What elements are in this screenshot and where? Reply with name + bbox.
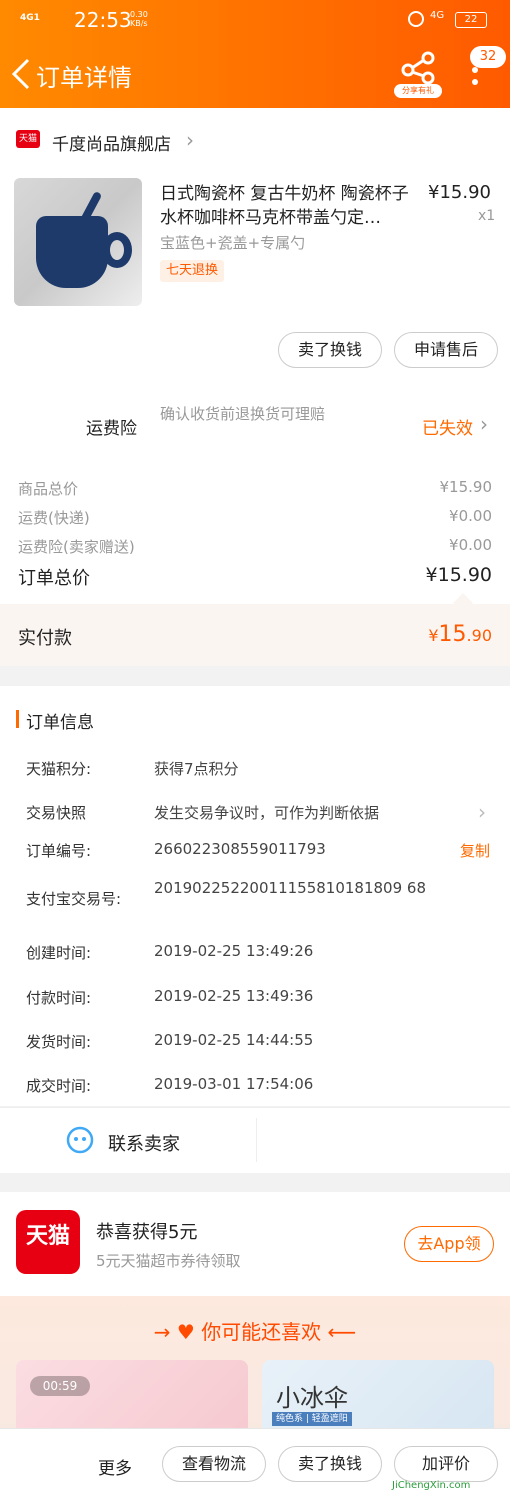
info-label: 付款时间: [26, 989, 92, 1007]
watermark-text: JiChengXin.com [392, 1480, 471, 1491]
info-value: 2019-02-25 13:49:26 [154, 942, 314, 960]
chevron-right-icon[interactable]: › [186, 128, 194, 152]
after-sale-button[interactable]: 申请售后 [394, 332, 498, 368]
sell-button[interactable]: 卖了换钱 [278, 332, 382, 368]
info-label: 创建时间: [26, 944, 92, 962]
recommend-title: → ♥ 你可能还喜欢 ⟵ [0, 1316, 510, 1345]
heart-icon: ♥ [176, 1320, 195, 1344]
info-value: 2019-03-01 17:54:06 [154, 1075, 314, 1093]
status-time: 22:53 [74, 8, 132, 32]
page-title: 订单详情 [36, 64, 132, 92]
video-duration: 00:59 [30, 1376, 90, 1396]
info-value: 2019-02-25 14:44:55 [154, 1031, 314, 1049]
paid-currency: ¥ [428, 626, 439, 645]
status-bar: 4G1 22:53 0.30 KB/s 4G 22 [0, 0, 510, 40]
order-number: 266022308559011793 [154, 840, 326, 858]
header-bar: 4G1 22:53 0.30 KB/s 4G 22 订单详情 分享有礼 32 [0, 0, 510, 108]
insurance-label: 运费险 [86, 419, 137, 439]
section-accent-bar [16, 710, 19, 728]
battery-icon: 22 [455, 12, 487, 28]
order-info-title: 订单信息 [26, 713, 94, 733]
promo-title: 恭喜获得5元 [96, 1222, 198, 1243]
back-icon[interactable] [8, 56, 38, 92]
open-app-button[interactable]: 去App领 [404, 1226, 494, 1262]
product-image[interactable] [14, 178, 142, 306]
info-value: 2019-02-25 13:49:36 [154, 987, 314, 1005]
mug-shape [36, 216, 108, 288]
info-label: 天猫积分: [26, 760, 92, 778]
order-total-value: ¥15.90 [425, 564, 492, 586]
paid-amount: ¥15.90 [428, 622, 492, 647]
chevron-right-icon[interactable]: › [480, 412, 488, 436]
product-title[interactable]: 日式陶瓷杯 复古牛奶杯 陶瓷杯子水杯咖啡杯马克杯带盖勺定… [160, 182, 422, 230]
goods-total-label: 商品总价 [18, 480, 79, 498]
info-value: 获得7点积分 [154, 760, 239, 778]
info-label: 发货时间: [26, 1033, 92, 1051]
contact-seller[interactable]: 联系卖家 [108, 1130, 180, 1156]
tile-title: 小冰伞 [276, 1384, 348, 1412]
message-badge: 32 [470, 46, 506, 68]
promo-subtitle: 5元天猫超市券待领取 [96, 1252, 241, 1270]
divider [256, 1118, 257, 1162]
arrow-right-icon: → [153, 1320, 171, 1344]
insurance-desc: 确认收货前退换货可理赔 [160, 405, 326, 423]
product-quantity: x1 [478, 208, 496, 224]
tmall-logo-text: 天猫 [25, 1224, 70, 1249]
paid-label: 实付款 [18, 628, 72, 649]
alipay-number: 20190225220011155810181809 68 [154, 879, 426, 897]
goods-total-value: ¥15.90 [439, 478, 493, 496]
product-sku: 宝蓝色+瓷盖+专属勺 [160, 234, 306, 252]
chat-icon[interactable] [66, 1126, 94, 1154]
store-name[interactable]: 千度尚品旗舰店 [52, 130, 171, 155]
more-button[interactable]: 更多 [98, 1454, 132, 1479]
shipping-insurance-value: ¥0.00 [449, 536, 492, 554]
order-total-label: 订单总价 [18, 568, 90, 589]
product-price: ¥15.90 [428, 182, 491, 203]
network-type: 4G [430, 10, 445, 21]
shipping-value: ¥0.00 [449, 507, 492, 525]
view-logistics-button[interactable]: 查看物流 [162, 1446, 266, 1482]
shipping-label: 运费(快递) [18, 509, 90, 527]
info-label: 订单编号: [26, 842, 92, 860]
speed-unit: KB/s [130, 19, 148, 28]
paid-int: 15 [438, 622, 467, 647]
arrow-left-icon: ⟵ [327, 1320, 357, 1344]
info-value[interactable]: 发生交易争议时，可作为判断依据 [154, 802, 379, 823]
speed-value: 0.30 [130, 10, 148, 19]
recommend-title-text: 你可能还喜欢 [201, 1320, 322, 1344]
paid-dec: .90 [466, 626, 492, 645]
chevron-right-icon[interactable]: › [478, 800, 486, 824]
network-speed: 0.30 KB/s [130, 10, 148, 28]
watermark: JiChengXin.com [392, 1446, 508, 1496]
copy-button[interactable]: 复制 [460, 840, 490, 861]
tmall-store-icon: 天猫 [16, 130, 40, 148]
insurance-status[interactable]: 已失效 [422, 414, 473, 439]
alarm-icon [408, 11, 424, 27]
share-label[interactable]: 分享有礼 [394, 84, 442, 98]
return-policy-tag: 七天退换 [160, 260, 225, 282]
info-label: 成交时间: [26, 1077, 92, 1095]
signal-indicator: 4G1 [20, 13, 40, 23]
sell-button[interactable]: 卖了换钱 [278, 1446, 382, 1482]
info-label: 支付宝交易号: [26, 890, 122, 908]
info-label[interactable]: 交易快照 [26, 802, 86, 823]
shipping-insurance-label: 运费险(卖家赠送) [18, 538, 135, 556]
tmall-logo-icon: 天猫 [16, 1210, 80, 1274]
tile-tag: 纯色系 | 轻盈遮阳 [272, 1412, 352, 1426]
